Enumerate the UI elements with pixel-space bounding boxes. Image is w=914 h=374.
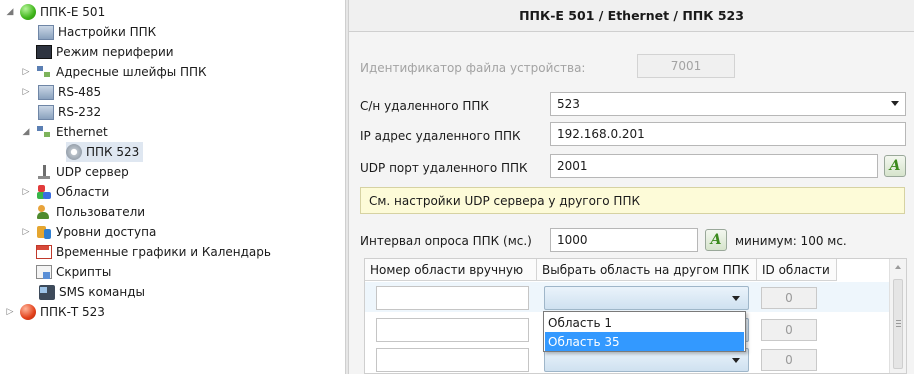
users-icon <box>36 204 52 220</box>
tree-item-udp-server[interactable]: UDP сервер <box>36 162 129 182</box>
manual-area-input[interactable] <box>376 318 529 342</box>
monitor-icon <box>36 45 52 59</box>
tree-item-scripts[interactable]: Скрипты <box>36 262 111 282</box>
manual-area-input[interactable] <box>376 348 529 372</box>
collapsed-arrow-icon[interactable]: ▷ <box>20 67 32 77</box>
page-title: ППК-Е 501 / Ethernet / ППК 523 <box>349 0 914 32</box>
select-area-combo[interactable] <box>544 286 749 310</box>
column-header-area-id[interactable]: ID области <box>757 259 837 281</box>
remote-ip-label: IP адрес удаленного ППК <box>360 129 521 143</box>
chevron-down-icon <box>891 101 899 106</box>
status-green-icon <box>20 4 36 20</box>
tree-item-sms-commands[interactable]: SMS команды <box>36 282 145 302</box>
tree-item-peripheral-mode[interactable]: Режим периферии <box>36 42 174 62</box>
remote-udp-port-input[interactable]: 2001 <box>550 154 878 178</box>
dropdown-option-area-35[interactable]: Область 35 <box>545 332 744 351</box>
remote-serial-label: С/н удаленного ППК <box>360 99 489 113</box>
auto-assign-port-button[interactable]: A <box>884 155 906 177</box>
collapsed-arrow-icon[interactable]: ▷ <box>20 87 32 97</box>
tree-item-label: Ethernet <box>56 125 108 139</box>
column-header-select-area[interactable]: Выбрать область на другом ППК <box>537 259 757 281</box>
tree-item-label: Настройки ППК <box>58 25 157 39</box>
remote-serial-value: 523 <box>557 97 580 111</box>
area-id-field: 0 <box>761 319 817 341</box>
tree-item-label: ППК-Е 501 <box>40 5 106 19</box>
tree-item-label: UDP сервер <box>56 165 129 179</box>
area-id-field: 0 <box>761 287 817 309</box>
grid-scrollbar[interactable] <box>889 259 906 373</box>
tree-item-label: Скрипты <box>56 265 112 279</box>
calendar-icon <box>36 245 52 259</box>
gear-icon <box>66 144 82 160</box>
device-tree: ◢ ППК-Е 501 Настройки ППК Режим перифери… <box>0 0 345 374</box>
udp-server-note: См. настройки UDP сервера у другого ППК <box>360 187 905 214</box>
scroll-up-arrow-icon[interactable] <box>895 265 901 269</box>
tree-item-label: SMS команды <box>59 285 146 299</box>
tree-item-label: RS-232 <box>58 105 102 119</box>
auto-a-icon: A <box>710 232 722 248</box>
chevron-down-icon <box>732 296 740 301</box>
phone-icon <box>39 284 55 300</box>
expanded-arrow-icon[interactable]: ◢ <box>20 127 32 137</box>
tree-item-ppk-523[interactable]: ППК 523 <box>66 142 144 162</box>
device-file-id-field: 7001 <box>637 54 735 78</box>
auto-a-icon: A <box>889 158 901 174</box>
collapsed-arrow-icon[interactable]: ▷ <box>20 187 32 197</box>
poll-interval-input[interactable]: 1000 <box>550 228 698 252</box>
area-dropdown-list: Область 1 Область 35 <box>543 311 746 352</box>
chevron-down-icon <box>732 358 740 363</box>
tree-item-schedules[interactable]: Временные графики и Календарь <box>36 242 271 262</box>
scripts-icon <box>36 265 52 279</box>
table-row[interactable]: 0 <box>365 282 890 312</box>
tree-item-label: Адресные шлейфы ППК <box>56 65 207 79</box>
auto-assign-interval-button[interactable]: A <box>705 229 727 251</box>
address-loops-icon <box>36 64 52 80</box>
tree-item-label: Области <box>56 185 110 199</box>
tree-item-label: Уровни доступа <box>56 225 157 239</box>
remote-udp-port-label: UDP порт удаленного ППК <box>360 161 528 175</box>
tree-item-ethernet[interactable]: ◢ Ethernet <box>20 122 108 142</box>
access-levels-icon <box>36 224 52 240</box>
device-file-id-label: Идентификатор файла устройства: <box>360 61 586 75</box>
tree-item-rs232[interactable]: RS-232 <box>36 102 101 122</box>
tree-item-areas[interactable]: ▷ Области <box>20 182 109 202</box>
status-red-icon <box>20 304 36 320</box>
tree-item-rs485[interactable]: ▷ RS-485 <box>20 82 101 102</box>
dropdown-option-area-1[interactable]: Область 1 <box>545 313 744 332</box>
collapsed-arrow-icon[interactable]: ▷ <box>20 227 32 237</box>
tree-item-access-levels[interactable]: ▷ Уровни доступа <box>20 222 156 242</box>
rs232-icon <box>38 104 54 120</box>
collapsed-arrow-icon[interactable]: ▷ <box>4 307 16 317</box>
tree-item-address-loops[interactable]: ▷ Адресные шлейфы ППК <box>20 62 207 82</box>
tree-item-ppk-e-501[interactable]: ◢ ППК-Е 501 <box>4 2 105 22</box>
column-header-manual-area[interactable]: Номер области вручную <box>365 259 537 281</box>
remote-ip-input[interactable]: 192.168.0.201 <box>550 122 906 146</box>
tree-item-label: RS-485 <box>58 85 102 99</box>
tree-item-label: Пользователи <box>56 205 146 219</box>
rs485-icon <box>38 84 54 100</box>
tree-item-label: ППК-Т 523 <box>40 305 105 319</box>
poll-interval-min-text: минимум: 100 мс. <box>735 234 847 248</box>
grip-icon <box>896 320 901 327</box>
tree-item-label: Временные графики и Календарь <box>56 245 271 259</box>
tree-item-ppk-settings[interactable]: Настройки ППК <box>36 22 156 42</box>
manual-area-input[interactable] <box>376 286 529 310</box>
tree-item-ppk-t-523[interactable]: ▷ ППК-Т 523 <box>4 302 105 322</box>
plug-icon <box>36 164 52 180</box>
expanded-arrow-icon[interactable]: ◢ <box>4 7 16 17</box>
ethernet-icon <box>36 124 52 140</box>
tree-item-label: ППК 523 <box>86 145 140 159</box>
tree-item-label: Режим периферии <box>56 45 174 59</box>
tree-item-users[interactable]: Пользователи <box>36 202 145 222</box>
areas-icon <box>36 184 52 200</box>
poll-interval-label: Интервал опроса ППК (мс.) <box>360 234 532 248</box>
scrollbar-thumb[interactable] <box>893 279 903 369</box>
remote-serial-select[interactable]: 523 <box>550 92 906 116</box>
settings-doc-icon <box>38 24 54 40</box>
area-id-field: 0 <box>761 349 817 371</box>
